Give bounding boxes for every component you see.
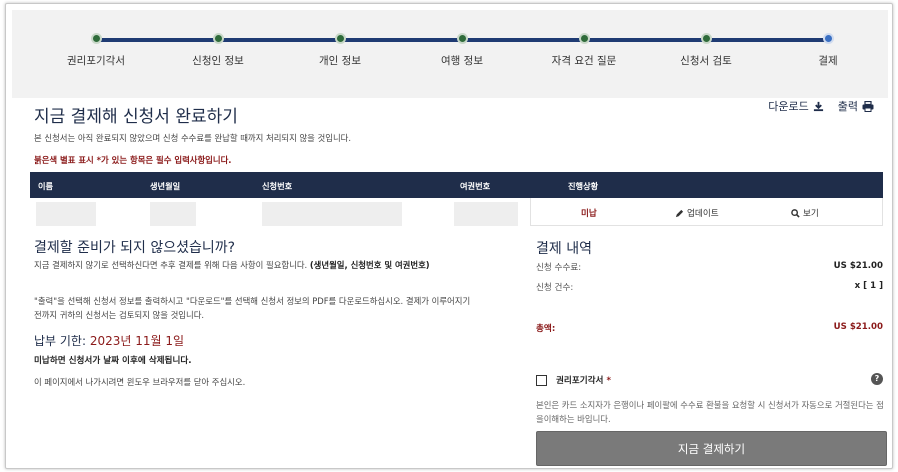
not-ready-title: 결제할 준비가 되지 않으셨습니까? bbox=[34, 240, 236, 256]
payment-summary-title: 결제 내역 bbox=[536, 241, 592, 257]
step-dot bbox=[213, 33, 224, 44]
step-label: 권리포기각서 bbox=[67, 55, 125, 67]
status-badge: 미납 bbox=[581, 209, 597, 219]
printer-icon bbox=[862, 100, 874, 112]
deadline-date: 2023년 11월 1일 bbox=[89, 334, 185, 348]
deletion-warning: 미납하면 신청서가 날짜 이후에 삭제됩니다. bbox=[34, 356, 192, 366]
waiver-text: 본인은 카드 소지자가 은행이나 페이팔에 수수료 환불을 요청할 시 신청서가… bbox=[536, 400, 884, 424]
help-icon[interactable]: ? bbox=[871, 373, 883, 385]
step-dot bbox=[579, 33, 590, 44]
pencil-icon bbox=[675, 209, 684, 217]
count-value: x [ 1 ] bbox=[854, 281, 883, 291]
redacted-application-number bbox=[262, 202, 402, 226]
redacted-passport-number bbox=[454, 202, 518, 226]
col-birthdate: 생년월일 bbox=[150, 181, 181, 191]
search-icon bbox=[791, 208, 800, 218]
col-status: 진행상황 bbox=[568, 181, 599, 191]
table-header: 이름 생년월일 신청번호 여권번호 진행상황 bbox=[30, 172, 883, 198]
table-row: 미납 업데이트 보기 bbox=[30, 198, 883, 226]
col-application-number: 신청번호 bbox=[262, 181, 293, 191]
page-title: 지금 결제해 신청서 완료하기 bbox=[34, 107, 238, 127]
progress-stepper: 권리포기각서 신청인 정보 개인 정보 여행 정보 자격 요건 질문 신청서 검… bbox=[12, 10, 888, 98]
step-label: 여행 정보 bbox=[441, 55, 483, 67]
leave-page-note: 이 페이지에서 나가시려면 윈도우 브라우저를 닫아 주십시오. bbox=[34, 377, 246, 387]
step-label: 개인 정보 bbox=[319, 55, 361, 67]
step-dot bbox=[335, 33, 346, 44]
page-frame: 권리포기각서 신청인 정보 개인 정보 여행 정보 자격 요건 질문 신청서 검… bbox=[5, 3, 893, 469]
view-label: 보기 bbox=[803, 209, 819, 219]
download-button[interactable]: 다운로드 bbox=[768, 98, 823, 114]
step-label: 신청서 검토 bbox=[680, 55, 732, 67]
waiver-checkbox[interactable] bbox=[536, 375, 547, 386]
step-dot bbox=[701, 33, 712, 44]
print-label: 출력 bbox=[837, 100, 858, 113]
col-passport-number: 여권번호 bbox=[460, 181, 491, 191]
pay-now-button[interactable]: 지금 결제하기 bbox=[536, 431, 887, 466]
step-dot bbox=[457, 33, 468, 44]
payment-deadline: 납부 기한: 2023년 11월 1일 bbox=[34, 332, 184, 349]
redacted-name bbox=[36, 202, 96, 226]
fee-label: 신청 수수료: bbox=[536, 263, 582, 273]
download-label: 다운로드 bbox=[768, 100, 809, 113]
fee-row: 신청 수수료: US $21.00 bbox=[536, 261, 883, 273]
page-description: 본 신청서는 아직 완료되지 않았으며 신청 수수료를 완납할 때까지 처리되지… bbox=[34, 133, 352, 143]
download-icon bbox=[813, 101, 823, 111]
waiver-label-text: 권리포기각서 bbox=[556, 376, 604, 386]
total-label: 총액: bbox=[536, 324, 556, 334]
print-button[interactable]: 출력 bbox=[838, 98, 874, 114]
total-value: US $21.00 bbox=[833, 322, 883, 332]
view-link[interactable]: 보기 bbox=[791, 207, 819, 219]
not-ready-requirements: 지금 결제하지 않기로 선택하신다면 추후 결제를 위해 다음 사항이 필요합니… bbox=[34, 258, 480, 272]
step-dot bbox=[91, 33, 102, 44]
col-name: 이름 bbox=[38, 181, 54, 191]
count-row: 신청 건수: x [ 1 ] bbox=[536, 281, 883, 293]
required-note: 붉은색 별표 표시 *가 있는 항목은 필수 입력사항입니다. bbox=[34, 155, 232, 165]
step-label: 신청인 정보 bbox=[192, 55, 244, 67]
count-label: 신청 건수: bbox=[536, 283, 574, 293]
page-actions: 다운로드 출력 bbox=[768, 98, 874, 114]
requirements-bold: (생년월일, 신청번호 및 여권번호) bbox=[309, 260, 430, 270]
print-download-instructions: "출력"을 선택해 신청서 정보를 출력하시고 "다운로드"를 선택해 신청서 … bbox=[34, 296, 471, 320]
update-link[interactable]: 업데이트 bbox=[675, 207, 719, 219]
redacted-birthdate bbox=[150, 202, 196, 226]
step-label: 결제 bbox=[818, 55, 838, 67]
required-star: * bbox=[606, 376, 611, 386]
requirements-text: 지금 결제하지 않기로 선택하신다면 추후 결제를 위해 다음 사항이 필요합니… bbox=[34, 260, 308, 270]
fee-value: US $21.00 bbox=[833, 261, 883, 271]
update-label: 업데이트 bbox=[687, 209, 719, 219]
waiver-label: 권리포기각서 * bbox=[556, 374, 611, 386]
step-label: 자격 요건 질문 bbox=[551, 55, 617, 67]
application-table: 이름 생년월일 신청번호 여권번호 진행상황 미납 업데이트 보기 bbox=[30, 172, 883, 226]
step-dot-current bbox=[823, 33, 834, 44]
total-row: 총액: US $21.00 bbox=[536, 322, 883, 334]
deadline-label: 납부 기한: bbox=[34, 334, 87, 348]
